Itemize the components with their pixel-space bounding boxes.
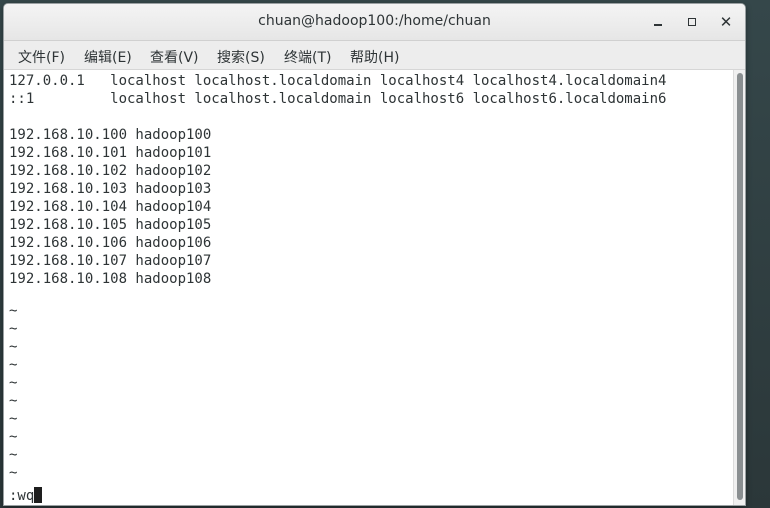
vim-empty-line-marker: ~ — [9, 411, 18, 427]
terminal-line: 192.168.10.102 hadoop102 — [9, 163, 212, 179]
terminal-line: 192.168.10.104 hadoop104 — [9, 199, 212, 215]
vim-command-line[interactable]: :wq — [9, 487, 43, 505]
terminal-line: 192.168.10.105 hadoop105 — [9, 217, 212, 233]
vim-empty-line-marker: ~ — [9, 321, 18, 337]
vim-empty-line-marker: ~ — [9, 393, 18, 409]
terminal-line: 192.168.10.100 hadoop100 — [9, 127, 212, 143]
vim-empty-line-marker: ~ — [9, 447, 18, 463]
title-bar[interactable]: chuan@hadoop100:/home/chuan ✕ — [4, 4, 745, 41]
terminal-line: 192.168.10.106 hadoop106 — [9, 235, 212, 251]
terminal-line: 127.0.0.1 localhost localhost.localdomai… — [9, 73, 667, 89]
vim-empty-line-marker: ~ — [9, 465, 18, 481]
vim-empty-line-marker: ~ — [9, 339, 18, 355]
vertical-scrollbar[interactable] — [733, 70, 745, 505]
terminal-line: 192.168.10.101 hadoop101 — [9, 145, 212, 161]
vim-empty-line-marker: ~ — [9, 303, 18, 319]
terminal-line: 192.168.10.103 hadoop103 — [9, 181, 212, 197]
menu-view[interactable]: 查看(V) — [150, 47, 199, 67]
minimize-button[interactable] — [648, 12, 668, 32]
menu-terminal[interactable]: 终端(T) — [284, 47, 331, 67]
scrollbar-thumb[interactable] — [737, 73, 743, 500]
minimize-icon — [654, 24, 662, 26]
vim-empty-line-marker: ~ — [9, 429, 18, 445]
terminal-line: ::1 localhost localhost.localdomain loca… — [9, 91, 667, 107]
maximize-button[interactable] — [682, 12, 702, 32]
text-cursor — [34, 487, 43, 503]
menu-file[interactable]: 文件(F) — [18, 47, 65, 67]
close-icon: ✕ — [719, 13, 733, 31]
menu-search[interactable]: 搜索(S) — [217, 47, 265, 67]
window-title: chuan@hadoop100:/home/chuan — [258, 13, 491, 29]
menu-help[interactable]: 帮助(H) — [350, 47, 399, 67]
menu-bar: 文件(F) 编辑(E) 查看(V) 搜索(S) 终端(T) 帮助(H) — [4, 41, 745, 70]
maximize-icon — [688, 18, 696, 26]
close-button[interactable]: ✕ — [716, 12, 736, 32]
vim-empty-line-marker: ~ — [9, 375, 18, 391]
terminal-window: chuan@hadoop100:/home/chuan ✕ 文件(F) 编辑(E… — [3, 3, 746, 506]
terminal-line: 192.168.10.107 hadoop107 — [9, 253, 212, 269]
vim-command-text: :wq — [9, 488, 35, 504]
vim-empty-line-marker: ~ — [9, 357, 18, 373]
terminal-output[interactable]: 127.0.0.1 localhost localhost.localdomai… — [4, 70, 732, 505]
terminal-line: 192.168.10.108 hadoop108 — [9, 271, 212, 287]
menu-edit[interactable]: 编辑(E) — [84, 47, 132, 67]
